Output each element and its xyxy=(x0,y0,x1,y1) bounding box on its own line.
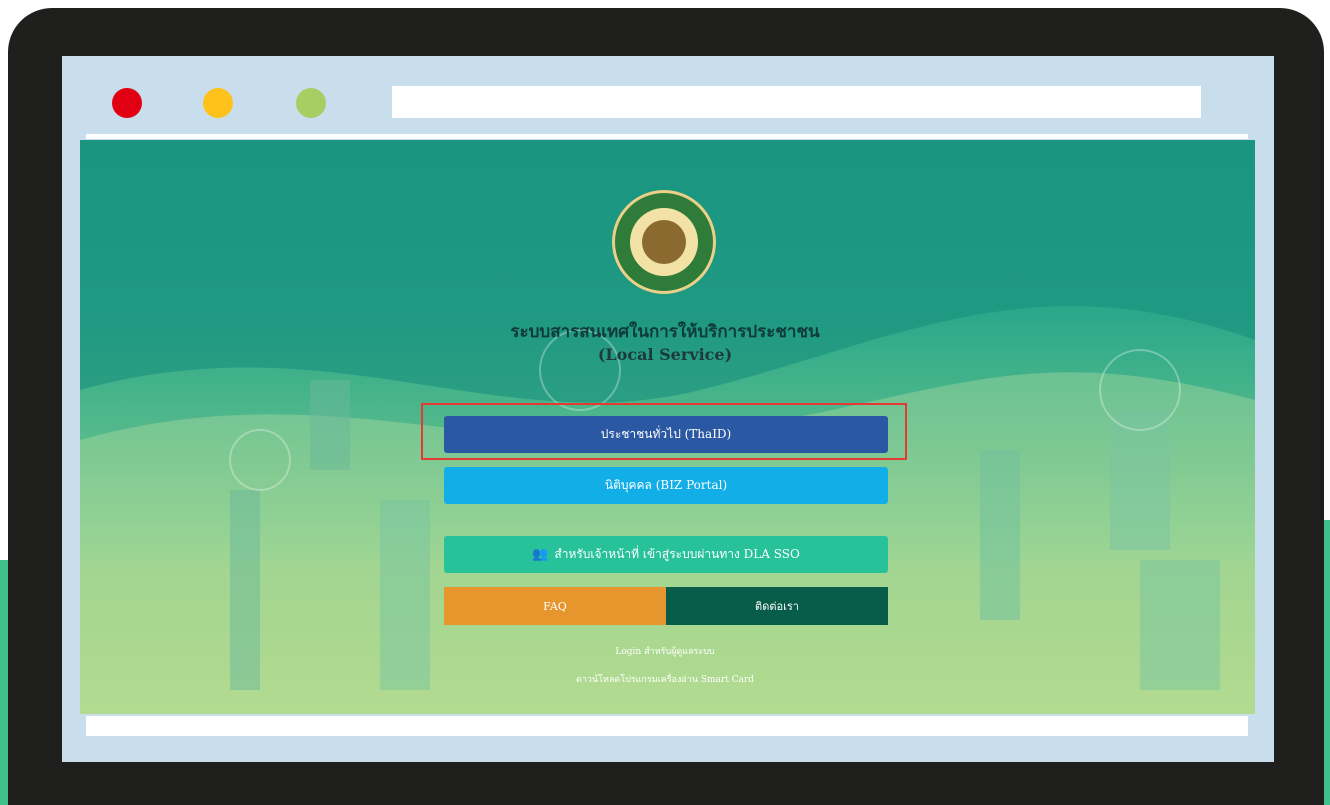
contact-button[interactable]: ติดต่อเรา xyxy=(666,587,888,625)
page-title-thai: ระบบสารสนเทศในการให้บริการประชาชน xyxy=(510,322,820,342)
address-bar[interactable] xyxy=(392,86,1201,118)
sso-button-label: สำหรับเจ้าหน้าที่ เข้าสู่ระบบผ่านทาง DLA… xyxy=(554,547,800,561)
maximize-window-dot[interactable] xyxy=(296,88,326,118)
close-window-dot[interactable] xyxy=(112,88,142,118)
users-icon: 👥 xyxy=(532,547,549,562)
faq-button[interactable]: FAQ xyxy=(444,587,666,625)
lion-emblem-icon xyxy=(642,220,686,264)
dla-sso-login-button[interactable]: 👥 สำหรับเจ้าหน้าที่ เข้าสู่ระบบผ่านทาง D… xyxy=(444,536,888,573)
smart-card-download-link[interactable]: ดาวน์โหลดโปรแกรมเครื่องอ่าน Smart Card xyxy=(500,672,830,686)
logo-inner-ring xyxy=(630,208,698,276)
biz-portal-login-button[interactable]: นิติบุคคล (BIZ Portal) xyxy=(444,467,888,504)
faq-button-label: FAQ xyxy=(543,599,567,613)
department-logo xyxy=(612,190,716,294)
toolbar-divider xyxy=(86,134,1248,139)
page-title-english: (Local Service) xyxy=(597,345,733,364)
admin-login-link[interactable]: Login สำหรับผู้ดูแลระบบ xyxy=(500,644,830,658)
highlight-box xyxy=(421,403,907,460)
browser-bottom-bar xyxy=(86,716,1248,736)
contact-button-label: ติดต่อเรา xyxy=(755,600,799,613)
minimize-window-dot[interactable] xyxy=(203,88,233,118)
biz-button-label: นิติบุคคล (BIZ Portal) xyxy=(604,478,728,492)
